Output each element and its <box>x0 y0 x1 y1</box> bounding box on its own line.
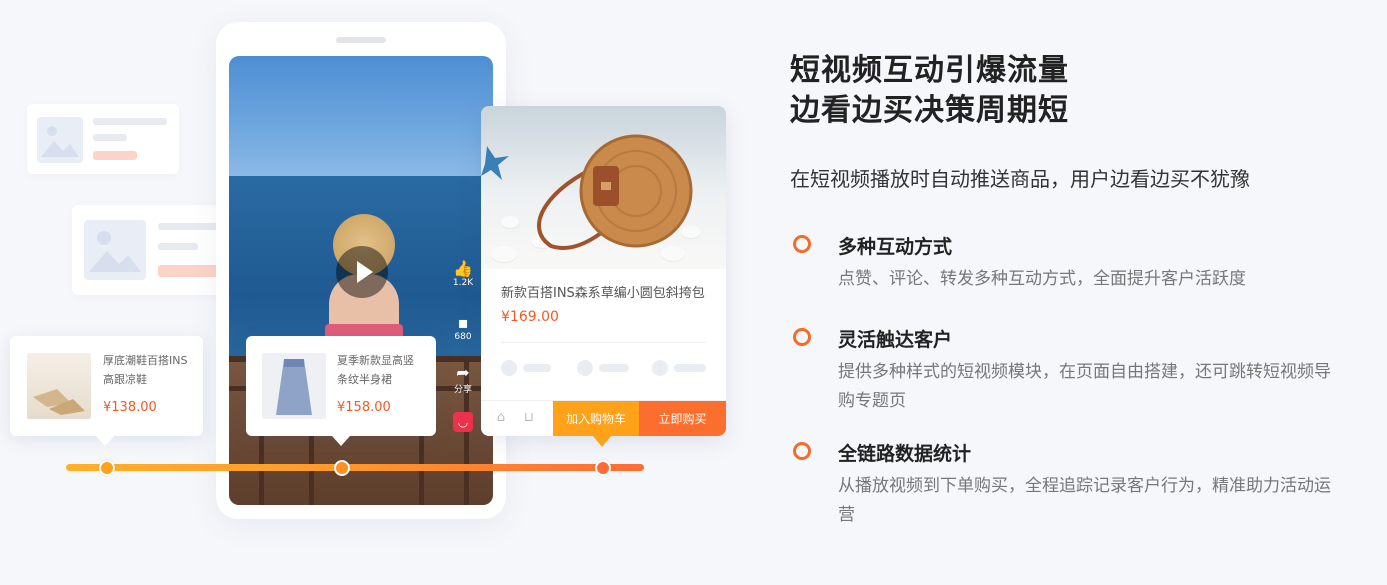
product-tag-skirt[interactable]: 夏季新款显高竖 条纹半身裙 ¥158.00 <box>246 336 436 436</box>
home-icon[interactable]: ⌂ <box>493 410 509 426</box>
video-progress-timeline[interactable] <box>66 464 644 471</box>
comment-count: 680 <box>454 332 472 342</box>
placeholder-card-1 <box>27 104 179 174</box>
product-name: 夏季新款显高竖 条纹半身裙 <box>337 354 414 386</box>
play-icon[interactable] <box>336 246 388 298</box>
product-thumbnail <box>27 353 91 419</box>
product-popup-card[interactable]: 新款百搭INS森系草编小圆包斜挎包 ¥169.00 ⌂ ⊔ 加入购物车 立即购买 <box>481 106 726 436</box>
cart-icon[interactable]: ⊔ <box>521 410 537 426</box>
phone-speaker <box>336 37 386 43</box>
feature-title: 全链路数据统计 <box>838 443 972 465</box>
like-count: 1.2K <box>452 278 474 288</box>
product-price: ¥158.00 <box>337 400 391 415</box>
share-icon[interactable]: ➦ 分享 <box>451 364 475 396</box>
product-action-bar: ⌂ ⊔ 加入购物车 立即购买 <box>481 400 726 436</box>
bullet-ring-icon <box>793 235 811 253</box>
share-label: 分享 <box>453 385 472 395</box>
feature-desc: 提供多种样式的短视频模块，在页面自由搭建，还可跳转短视频导购专题页 <box>838 362 1331 411</box>
tag-pointer <box>96 436 114 446</box>
thumbs-up-icon[interactable]: 👍 1.2K <box>451 260 475 289</box>
placeholder-card-2 <box>72 205 222 295</box>
product-image <box>481 106 726 269</box>
product-name: 厚底潮鞋百搭INS 高跟凉鞋 <box>103 354 188 386</box>
image-placeholder-icon <box>37 117 83 163</box>
product-thumbnail <box>262 353 326 419</box>
bullet-ring-icon <box>793 442 811 460</box>
add-to-cart-button[interactable]: 加入购物车 <box>553 401 639 436</box>
popup-pointer <box>593 436 611 447</box>
shopping-bag-icon[interactable]: ◡ <box>453 412 473 432</box>
tag-pointer <box>332 436 350 446</box>
product-tag-shoes[interactable]: 厚底潮鞋百搭INS 高跟凉鞋 ¥138.00 <box>10 336 203 436</box>
subheadline: 在短视频播放时自动推送商品，用户边看边买不犹豫 <box>790 167 1250 191</box>
short-video-player[interactable]: 👍 1.2K ▪ 680 ➦ 分享 ◡ <box>229 56 493 505</box>
bullet-ring-icon <box>793 328 811 346</box>
feature-title: 多种互动方式 <box>838 236 953 258</box>
image-placeholder-icon <box>84 220 146 280</box>
product-title: 新款百搭INS森系草编小圆包斜挎包 <box>501 286 705 301</box>
feature-desc: 点赞、评论、转发多种互动方式，全面提升客户活跃度 <box>838 269 1246 289</box>
buy-now-button[interactable]: 立即购买 <box>639 401 726 436</box>
product-price: ¥169.00 <box>501 309 559 325</box>
timeline-marker[interactable] <box>595 460 611 476</box>
feature-title: 灵活触达客户 <box>838 329 953 351</box>
headline-line-1: 短视频互动引爆流量 <box>790 53 1069 88</box>
timeline-marker[interactable] <box>334 460 350 476</box>
headline-line-2: 边看边买决策周期短 <box>790 93 1069 128</box>
timeline-marker[interactable] <box>99 460 115 476</box>
comment-icon[interactable]: ▪ 680 <box>451 314 475 343</box>
feature-desc: 从播放视频到下单购买，全程追踪记录客户行为，精准助力活动运营 <box>838 476 1331 525</box>
product-price: ¥138.00 <box>103 400 157 415</box>
